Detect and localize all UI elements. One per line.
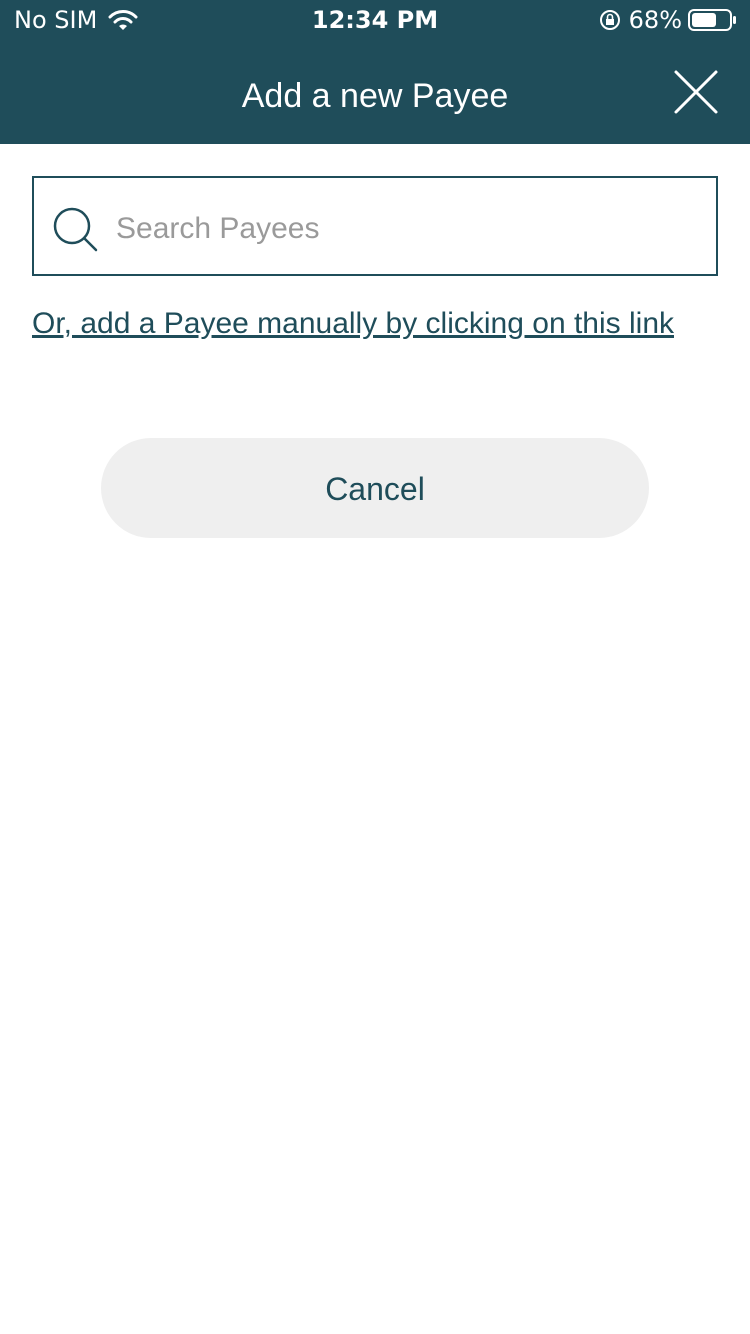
search-box[interactable] bbox=[32, 176, 718, 276]
cancel-button[interactable]: Cancel bbox=[101, 438, 649, 538]
battery-percent: 68% bbox=[628, 6, 682, 34]
header: No SIM 12:34 PM 68% Add a new Payee bbox=[0, 0, 750, 144]
orientation-lock-icon bbox=[599, 9, 621, 31]
add-payee-manually-link[interactable]: Or, add a Payee manually by clicking on … bbox=[32, 298, 712, 350]
close-icon bbox=[674, 70, 718, 114]
search-icon bbox=[52, 206, 100, 254]
battery-icon bbox=[688, 8, 738, 32]
search-input[interactable] bbox=[114, 200, 698, 258]
close-button[interactable] bbox=[672, 68, 720, 116]
page-title: Add a new Payee bbox=[241, 77, 509, 115]
status-right: 68% bbox=[599, 5, 738, 35]
title-bar: Add a new Payee bbox=[0, 60, 750, 132]
status-bar: No SIM 12:34 PM 68% bbox=[0, 0, 750, 40]
